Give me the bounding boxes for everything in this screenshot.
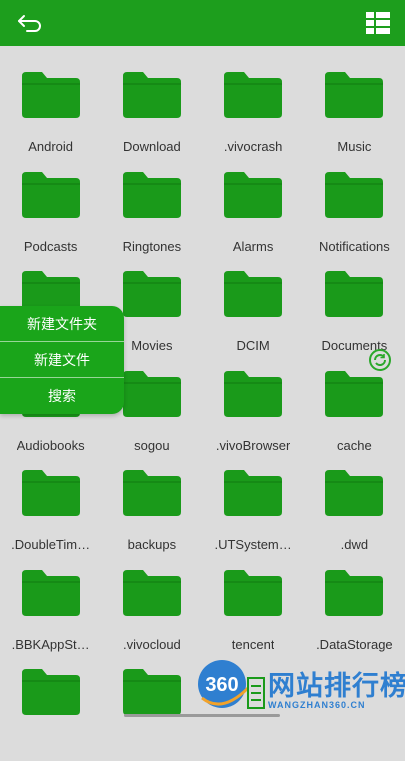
folder-item[interactable]: Ringtones [101,164,202,264]
folder-label: Podcasts [23,238,78,254]
folder-icon [224,370,283,417]
folder-icon [21,171,80,218]
folder-icon [325,72,384,118]
folder-label: tencent [231,636,275,652]
folder-label: Alarms [232,238,274,254]
folder-label: .DoubleTim… [11,537,91,552]
folder-item[interactable]: Download [101,64,202,164]
folder-label: sogou [134,437,170,453]
folder-icon [224,171,283,218]
folder-item[interactable]: Alarms [203,164,304,264]
folder-label: backups [127,537,177,552]
folder-item[interactable]: .vivocloud [101,562,202,662]
folder-icon [224,569,283,616]
folder-label: .BBKAppSt… [11,636,90,652]
folder-icon [122,669,181,715]
folder-icon [21,569,80,616]
folder-label: .vivoBrowser [215,437,291,453]
folder-icon [325,271,384,317]
folder-label: Android [28,139,74,154]
folder-icon [224,72,283,118]
top-bar [0,0,405,46]
folder-icon [325,569,384,616]
folder-item[interactable]: Podcasts [0,164,101,264]
folder-item[interactable]: .DataStorage [304,562,405,662]
folder-item[interactable]: .BBKAppSt… [0,562,101,662]
folder-icon [325,370,384,417]
folder-item[interactable]: Notifications [304,164,405,264]
folder-item[interactable] [101,661,202,761]
folder-label: Ringtones [122,238,182,254]
new-file-menu-item[interactable]: 新建文件 [0,342,124,378]
folder-item[interactable]: Music [304,64,405,164]
folder-icon [325,470,384,516]
folder-label: .dwd [340,537,369,552]
view-toggle-button[interactable] [365,10,391,36]
folder-item[interactable] [0,661,101,761]
folder-icon [224,271,283,317]
folder-label: .DataStorage [316,636,393,652]
folder-label: DCIM [236,338,270,353]
folder-icon [21,72,80,118]
folder-item[interactable]: .UTSystem… [203,462,304,562]
folder-label: .vivocloud [122,636,181,652]
folder-icon [122,569,181,616]
folder-icon [122,370,181,417]
folder-label: .UTSystem… [214,537,292,552]
folder-icon [122,171,181,218]
folder-item[interactable]: .vivocrash [203,64,304,164]
folder-icon [122,271,181,317]
folder-label: Audiobooks [16,437,85,453]
folder-label: Movies [131,338,173,353]
folder-item[interactable]: .DoubleTim… [0,462,101,562]
folder-icon [122,470,181,516]
folder-item[interactable]: Android [0,64,101,164]
scroll-indicator [124,714,280,717]
folder-icon [325,171,384,218]
popup-menu: 新建文件夹 新建文件 搜索 [0,306,124,414]
folder-item[interactable]: DCIM [203,263,304,363]
search-menu-item[interactable]: 搜索 [0,378,124,414]
folder-label: cache [337,437,372,453]
folder-item[interactable]: cache [304,363,405,463]
folder-item[interactable]: .dwd [304,462,405,562]
folder-icon [122,72,181,118]
back-button[interactable] [12,8,48,38]
folder-label: .vivocrash [223,139,283,154]
list-grid-toggle-icon [366,12,390,34]
new-folder-menu-item[interactable]: 新建文件夹 [0,306,124,342]
sync-icon[interactable] [368,348,392,372]
folder-icon [224,470,283,516]
folder-item[interactable]: .vivoBrowser [203,363,304,463]
folder-item[interactable]: tencent [203,562,304,662]
folder-label: Notifications [318,238,390,254]
folder-label: Download [122,139,181,154]
folder-icon [21,669,80,715]
folder-label: Music [337,139,372,154]
folder-icon [21,470,80,516]
back-arrow-icon [18,15,41,32]
folder-item[interactable]: backups [101,462,202,562]
